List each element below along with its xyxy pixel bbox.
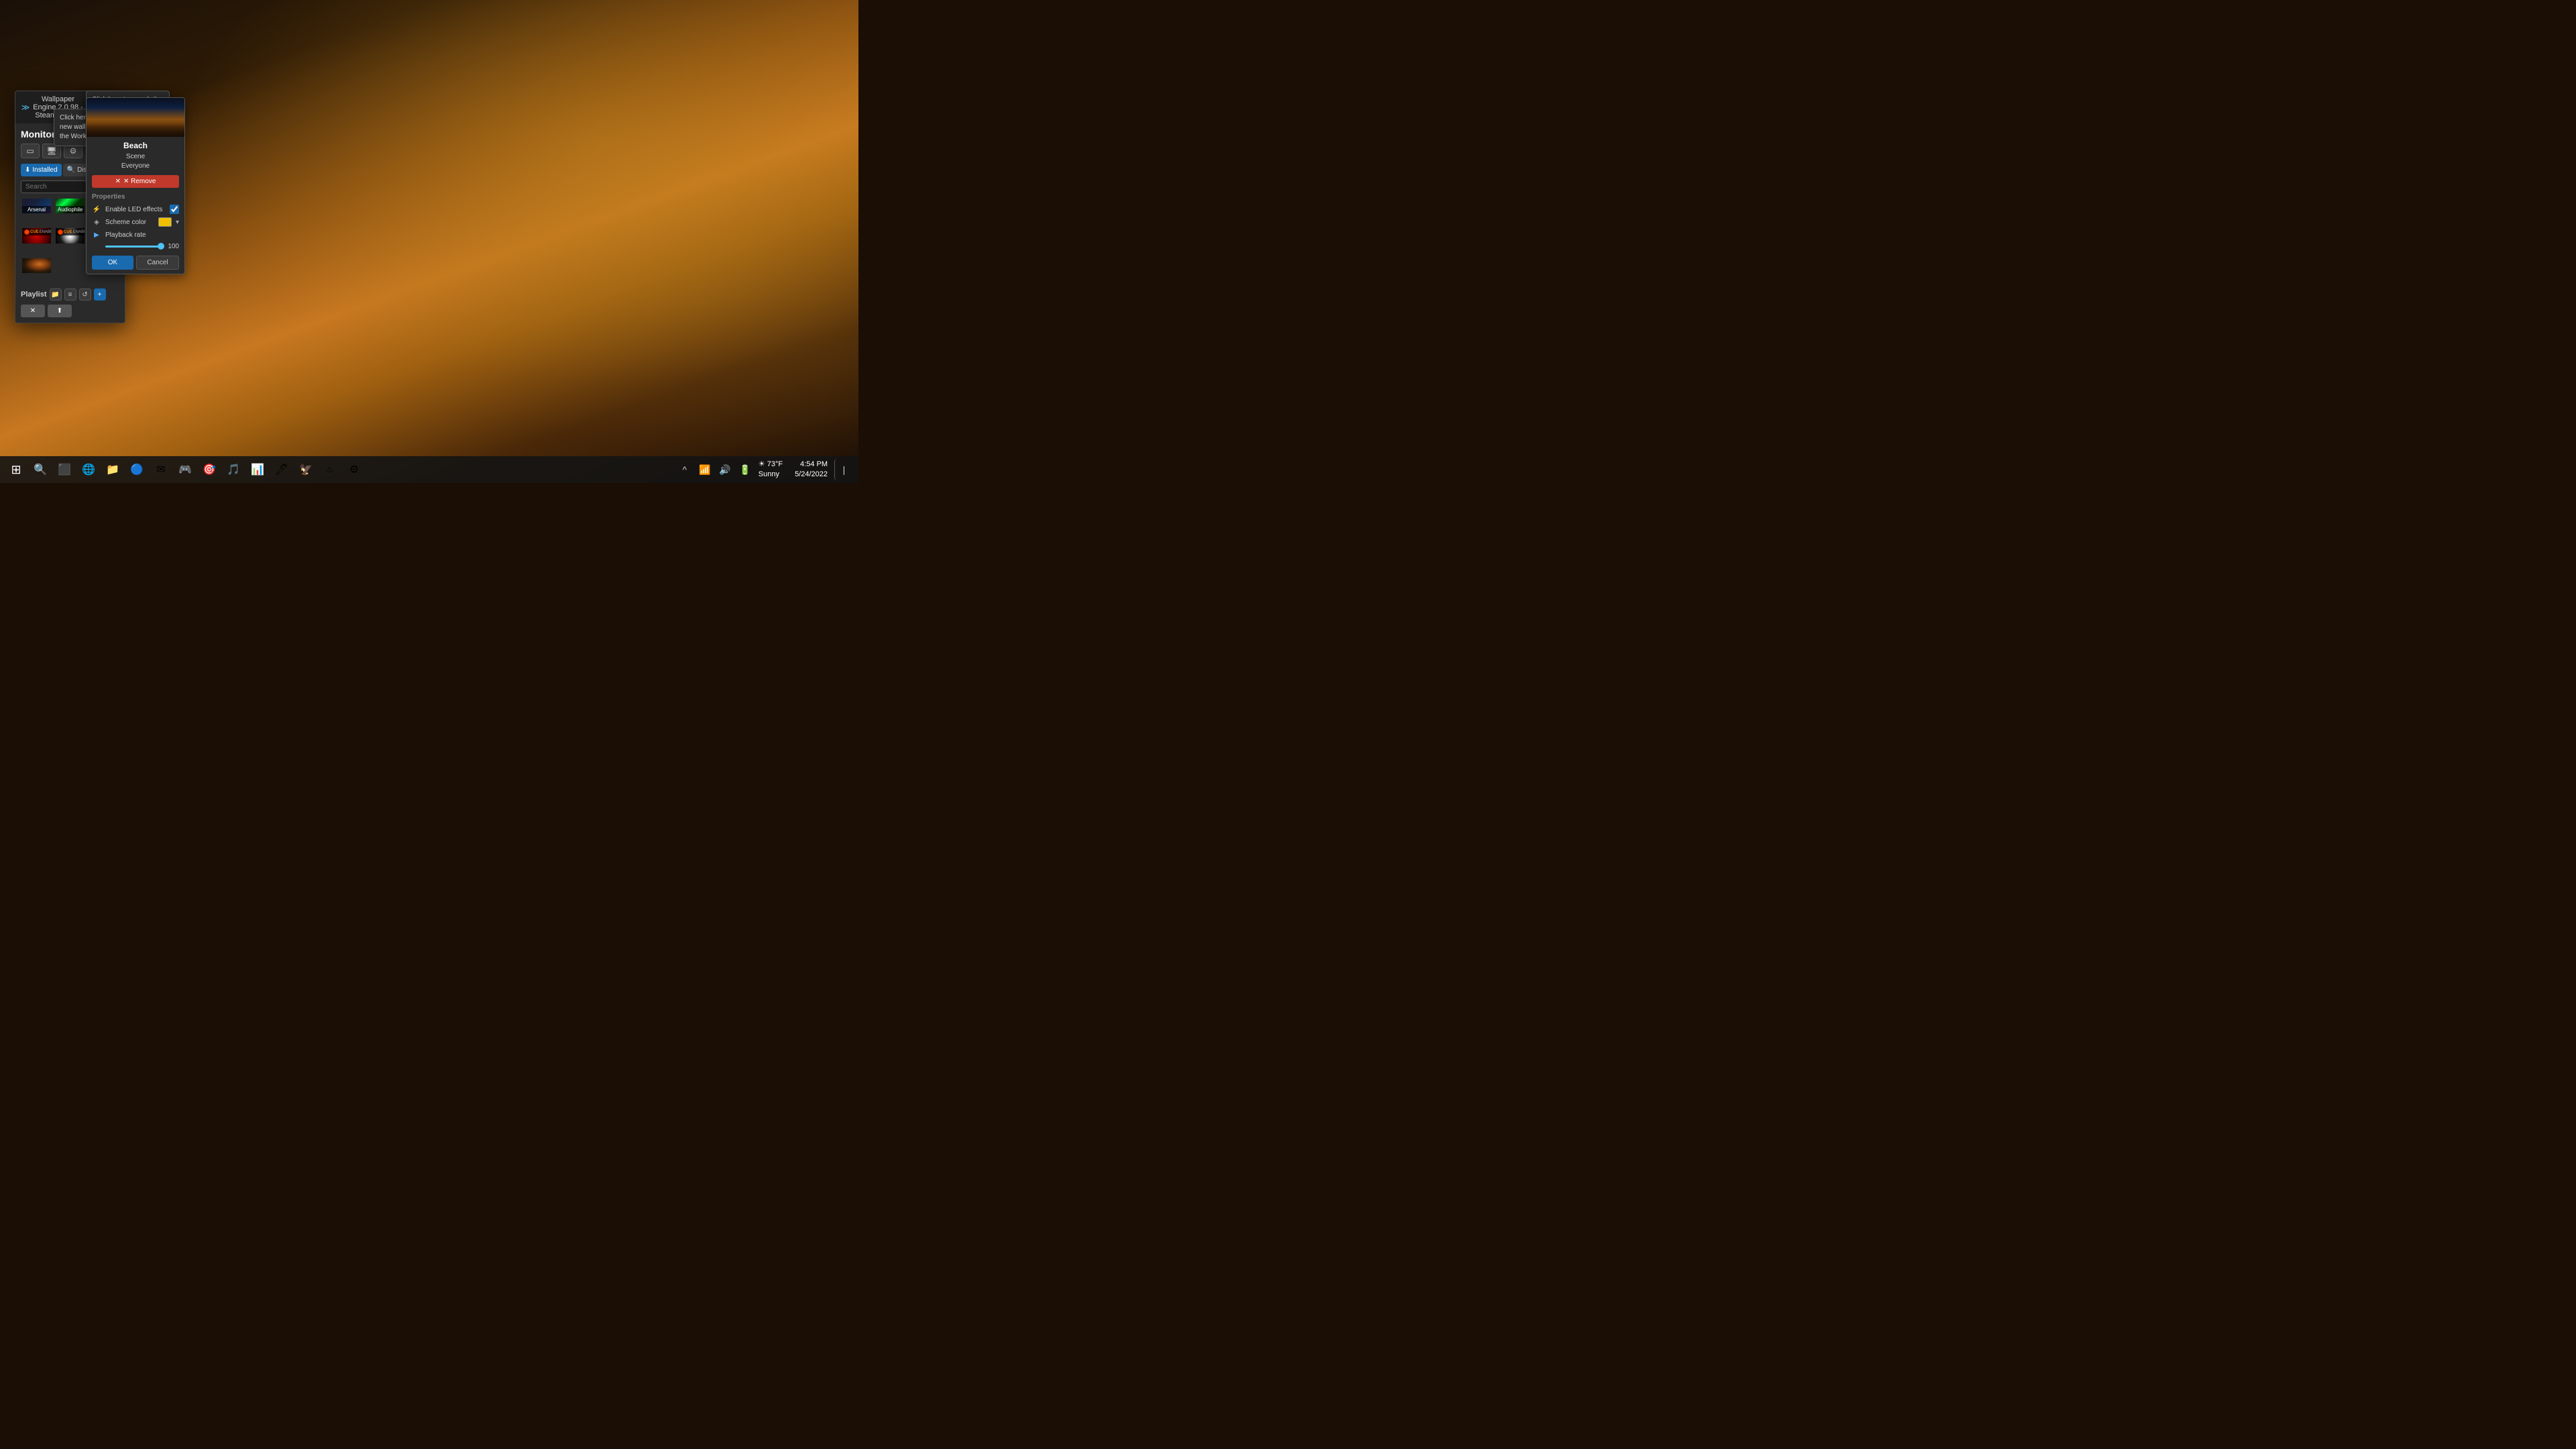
wallpaper-label-arsenal: Arsenal: [22, 206, 51, 213]
taskbar-game2[interactable]: 🎯: [199, 459, 220, 480]
cancel-button[interactable]: Cancel: [136, 256, 179, 270]
color-dropdown-arrow[interactable]: ▾: [176, 219, 179, 226]
slider-track: [105, 246, 162, 248]
wallpaper-item-cue2[interactable]: CUE ENABLED: [54, 227, 86, 244]
taskbar-music[interactable]: 🎵: [223, 459, 244, 480]
playlist-folder-btn[interactable]: 📁: [50, 288, 62, 301]
playlist-row: Playlist 📁 ≡ ↺ +: [21, 288, 119, 301]
taskbar-office[interactable]: 📊: [247, 459, 268, 480]
led-effects-checkbox[interactable]: [170, 205, 179, 214]
wallpaper-item-audiophile[interactable]: Audiophile: [54, 197, 86, 215]
monitor-display-icon: 🖥: [46, 146, 56, 156]
slider-fill: [105, 246, 162, 248]
sys-tray-arrow[interactable]: ^: [675, 459, 694, 480]
folder-icon: 📁: [51, 291, 59, 299]
taskbar-search[interactable]: 🔍: [30, 459, 51, 480]
list-icon: ≡: [68, 291, 72, 299]
cue-logo-2: [58, 229, 63, 235]
wallpaper-item-galaxy[interactable]: [21, 257, 52, 274]
clock-date: 5/24/2022: [795, 470, 828, 480]
taskbar-mail[interactable]: ✉: [150, 459, 172, 480]
led-effects-label: Enable LED effects: [105, 206, 166, 213]
color-swatch[interactable]: [158, 217, 172, 227]
taskbar-app1[interactable]: 🦅: [295, 459, 317, 480]
installed-icon: ⬇: [25, 166, 30, 174]
taskbar: ⊞ 🔍 ⬛ 🌐 📁 🔵 ✉ 🎮 🎯 🎵 📊 🖊 🦅 ♨ ⚙ ^ 📶 🔊 🔋 ☀ …: [0, 456, 858, 483]
window-footer: ✕ ⬆: [21, 305, 119, 317]
gear-icon: ⚙: [70, 146, 77, 156]
taskbar-weather[interactable]: ☀ 73°F Sunny: [756, 456, 788, 483]
playback-rate-label: Playback rate: [105, 231, 179, 239]
taskbar-game1[interactable]: 🎮: [174, 459, 196, 480]
lightning-icon: ⚡: [92, 205, 101, 214]
beach-name: Beach: [92, 141, 179, 150]
playback-slider-row: 100: [92, 243, 179, 250]
cue-text-1: CUE: [30, 230, 39, 234]
add-icon: +: [98, 291, 102, 299]
playlist-label: Playlist: [21, 290, 47, 299]
footer-upload-btn[interactable]: ⬆: [48, 305, 72, 317]
taskbar-app2[interactable]: ⚙: [343, 459, 365, 480]
wallpaper-thumb-galaxy: [22, 258, 51, 273]
taskbar-chrome[interactable]: 🔵: [126, 459, 148, 480]
beach-audience: Everyone: [92, 162, 179, 170]
monitor-screen-icon: ▭: [26, 146, 34, 156]
cue-text-2: CUE: [64, 230, 72, 234]
color-icon: ◈: [92, 217, 101, 227]
cue-badge-2: CUE ENABLED: [56, 229, 86, 235]
play-icon: ▶: [92, 230, 101, 239]
discover-icon: 🔍: [67, 166, 75, 174]
beach-type: Scene: [92, 153, 179, 160]
playback-value: 100: [164, 243, 179, 250]
start-button[interactable]: ⊞: [5, 459, 27, 480]
scheme-color-label: Scheme color: [105, 219, 154, 226]
sys-volume-icon[interactable]: 🔊: [716, 459, 734, 480]
ok-button[interactable]: OK: [92, 256, 133, 270]
playlist-list-btn[interactable]: ≡: [64, 288, 76, 301]
wallpaper-item-arsenal[interactable]: Arsenal: [21, 197, 52, 215]
cue-enabled-2: ENABLED: [73, 230, 86, 234]
beach-detail-popup: Beach Scene Everyone ✕ ✕ Remove Properti…: [86, 97, 185, 274]
playlist-refresh-btn[interactable]: ↺: [79, 288, 91, 301]
taskbar-system-tray: ^ 📶 🔊 🔋 ☀ 73°F Sunny 4:54 PM 5/24/2022 |: [675, 456, 853, 483]
playlist-add-btn[interactable]: +: [94, 288, 106, 301]
taskbar-edge[interactable]: 🌐: [78, 459, 99, 480]
taskbar-steam[interactable]: ♨: [319, 459, 341, 480]
sys-network-icon[interactable]: 📶: [695, 459, 714, 480]
wallpaper-label-audiophile: Audiophile: [56, 206, 85, 213]
weather-temp: ☀ 73°F: [759, 460, 783, 470]
cue-logo-1: [24, 229, 30, 235]
slider-handle[interactable]: [158, 243, 164, 250]
footer-remove-btn[interactable]: ✕: [21, 305, 45, 317]
property-row-color: ◈ Scheme color ▾: [92, 217, 179, 227]
beach-preview-image: [87, 98, 184, 137]
taskbar-explorer[interactable]: 📁: [102, 459, 123, 480]
remove-button[interactable]: ✕ ✕ Remove: [92, 175, 179, 188]
property-row-playback: ▶ Playback rate: [92, 230, 179, 239]
monitor-icon-btn[interactable]: ▭: [21, 144, 40, 158]
taskbar-pen[interactable]: 🖊: [271, 459, 292, 480]
cue-badge-1: CUE ENABLED: [23, 229, 52, 235]
weather-condition: Sunny: [759, 470, 779, 480]
sys-battery-icon[interactable]: 🔋: [736, 459, 754, 480]
expand-button[interactable]: ≫: [21, 103, 30, 112]
properties-title: Properties: [92, 193, 179, 201]
cue-enabled-1: ENABLED: [40, 230, 52, 234]
popup-footer: OK Cancel: [92, 256, 179, 270]
property-row-led: ⚡ Enable LED effects: [92, 205, 179, 214]
refresh-icon: ↺: [82, 291, 87, 299]
playback-slider[interactable]: 100: [105, 243, 179, 250]
show-desktop-btn[interactable]: |: [834, 459, 853, 480]
beach-detail-body: Beach Scene Everyone ✕ ✕ Remove Properti…: [87, 137, 184, 274]
taskbar-task-view[interactable]: ⬛: [54, 459, 75, 480]
tab-installed[interactable]: ⬇ Installed: [21, 164, 62, 176]
wallpaper-item-cue1[interactable]: CUE ENABLED: [21, 227, 52, 244]
remove-x-icon: ✕: [115, 178, 121, 185]
clock-time: 4:54 PM: [800, 460, 828, 470]
taskbar-clock[interactable]: 4:54 PM 5/24/2022: [789, 456, 833, 483]
properties-section: Properties ⚡ Enable LED effects ◈ Scheme…: [92, 193, 179, 250]
